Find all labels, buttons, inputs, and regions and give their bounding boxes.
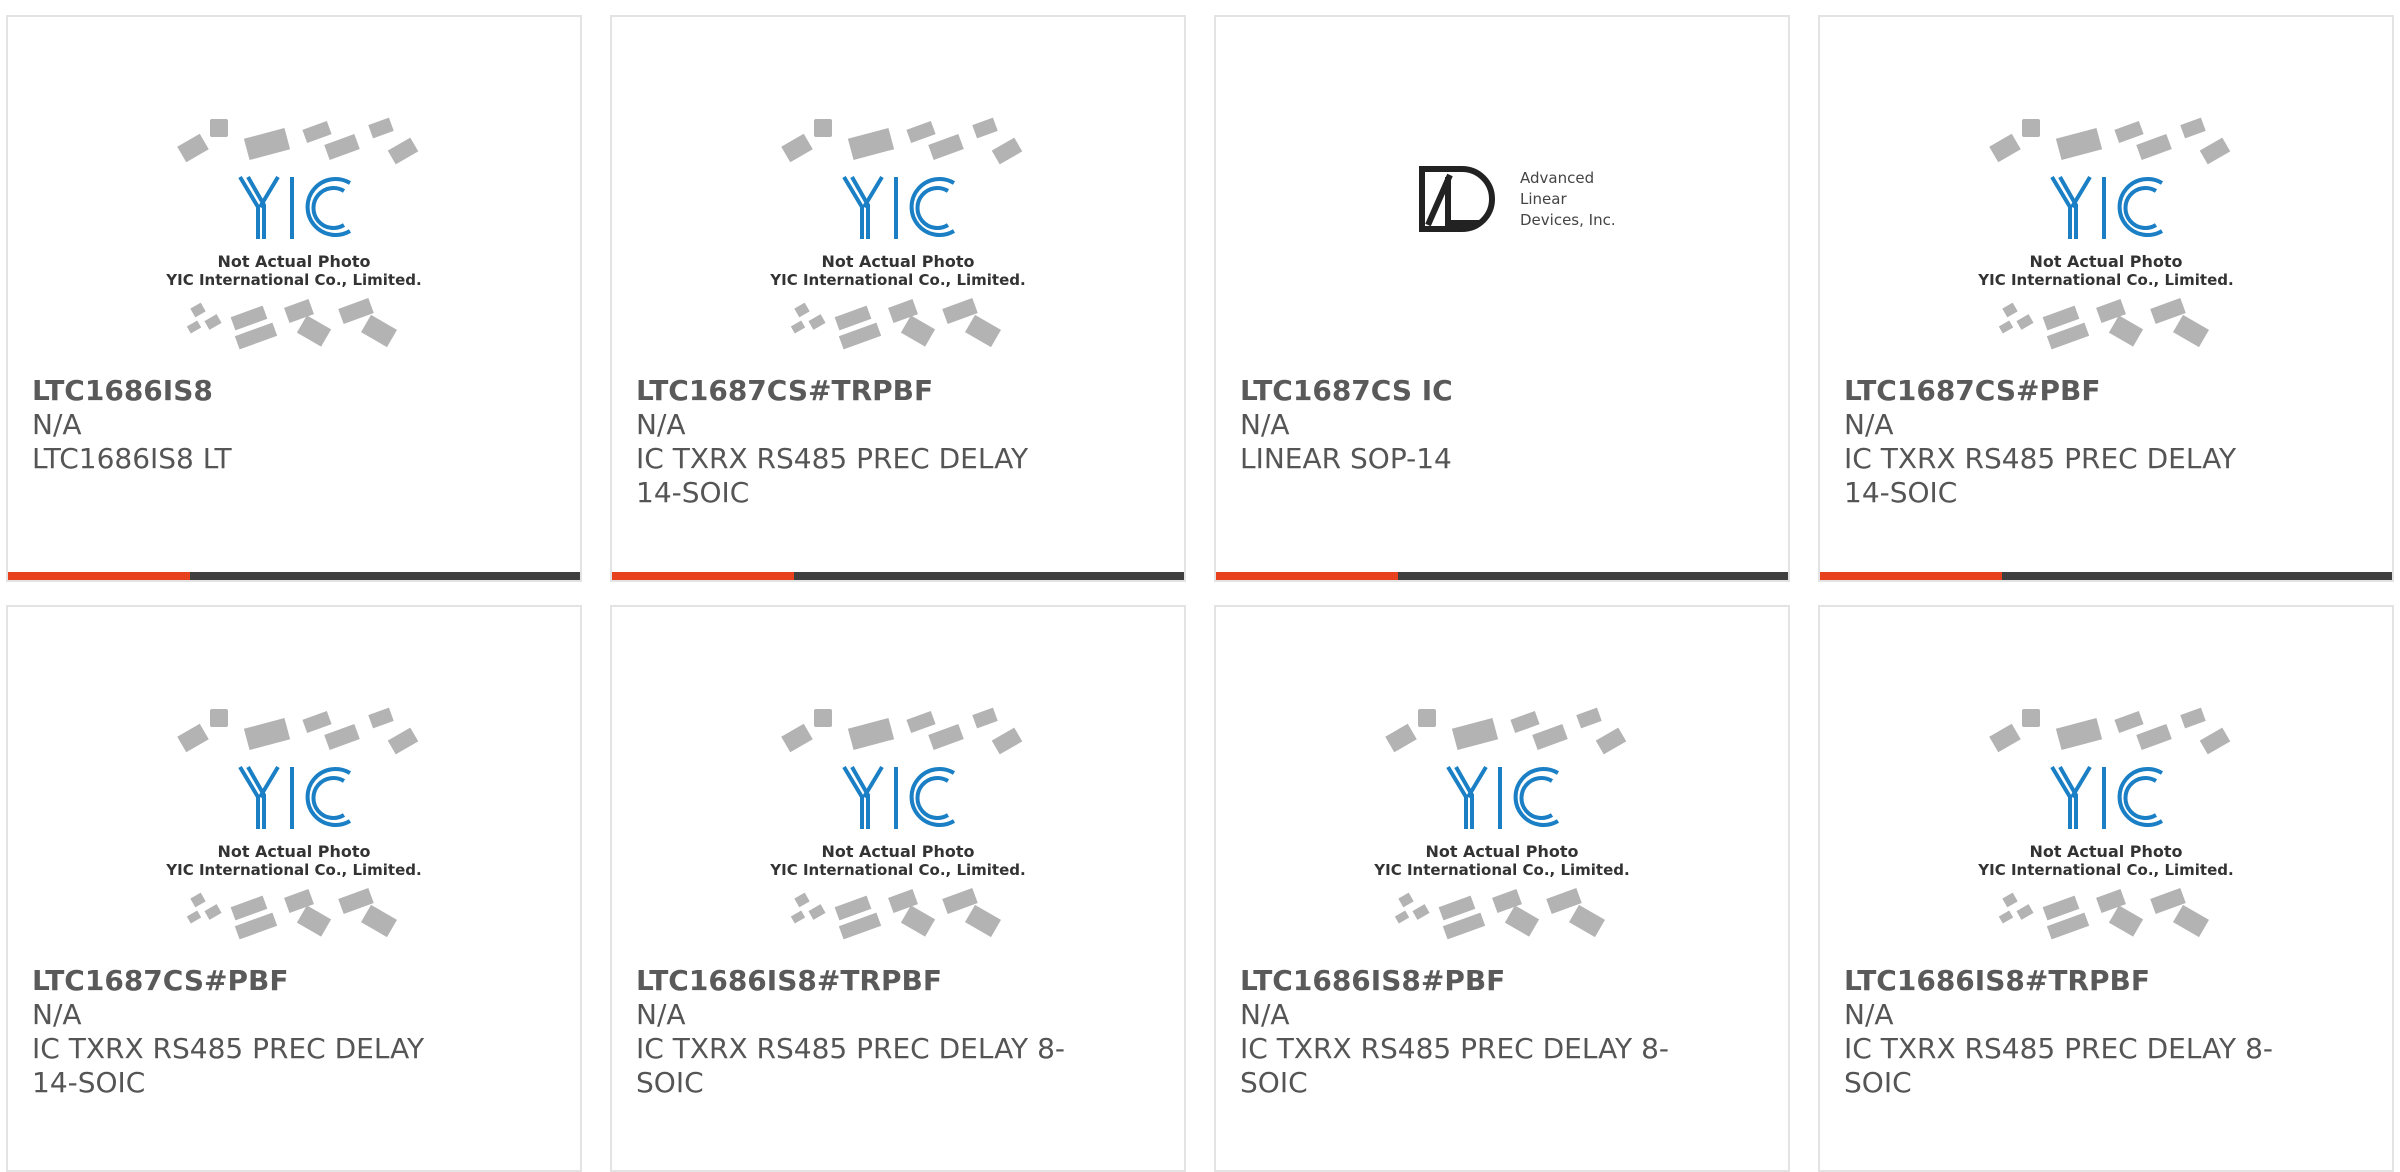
product-info: LTC1686IS8#TRPBF N/A IC TXRX RS485 PREC … bbox=[1844, 964, 2284, 1100]
image-caption-line-2: YIC International Co., Limited. bbox=[165, 861, 421, 879]
yic-placeholder-icon: Not Actual Photo YIC International Co., … bbox=[1373, 707, 1630, 940]
product-description: IC TXRX RS485 PREC DELAY 8-SOIC bbox=[1240, 1032, 1669, 1099]
product-info: LTC1686IS8#TRPBF N/A IC TXRX RS485 PREC … bbox=[636, 964, 1076, 1100]
yic-placeholder-icon: Not Actual Photo YIC International Co., … bbox=[165, 117, 422, 350]
product-info: LTC1687CS IC N/A LINEAR SOP-14 bbox=[1240, 374, 1680, 476]
product-image[interactable]: Not Actual Photo YIC International Co., … bbox=[8, 697, 580, 947]
product-image[interactable]: Not Actual Photo YIC International Co., … bbox=[612, 107, 1184, 357]
product-card[interactable]: Not Actual Photo YIC International Co., … bbox=[1818, 605, 2394, 1172]
image-caption-line-1: Not Actual Photo bbox=[1425, 842, 1578, 861]
product-description: IC TXRX RS485 PREC DELAY 14-SOIC bbox=[32, 1032, 425, 1099]
product-info: LTC1686IS8 N/A LTC1686IS8 LT bbox=[32, 374, 472, 476]
product-availability: N/A bbox=[636, 408, 686, 441]
product-card[interactable]: Not Actual Photo YIC International Co., … bbox=[6, 15, 582, 582]
product-image[interactable]: Not Actual Photo YIC International Co., … bbox=[1820, 697, 2392, 947]
yic-placeholder-icon: Not Actual Photo YIC International Co., … bbox=[1977, 117, 2234, 350]
product-part-number[interactable]: LTC1686IS8 bbox=[32, 374, 472, 408]
product-availability: N/A bbox=[1844, 998, 1894, 1031]
yic-placeholder-icon: Not Actual Photo YIC International Co., … bbox=[1977, 707, 2234, 940]
product-info: LTC1687CS#TRPBF N/A IC TXRX RS485 PREC D… bbox=[636, 374, 1076, 510]
product-description: LINEAR SOP-14 bbox=[1240, 442, 1452, 475]
product-info: LTC1687CS#PBF N/A IC TXRX RS485 PREC DEL… bbox=[32, 964, 472, 1100]
yic-placeholder-icon: Not Actual Photo YIC International Co., … bbox=[769, 707, 1026, 940]
product-part-number[interactable]: LTC1687CS#TRPBF bbox=[636, 374, 1076, 408]
logo-text-line-2: Linear bbox=[1520, 190, 1567, 208]
product-availability: N/A bbox=[1240, 408, 1290, 441]
logo-text-line-3: Devices, Inc. bbox=[1520, 211, 1616, 229]
logo-text-line-1: Advanced bbox=[1520, 169, 1594, 187]
product-part-number[interactable]: LTC1686IS8#TRPBF bbox=[1844, 964, 2284, 998]
product-card[interactable]: Advanced Linear Devices, Inc. LTC1687CS … bbox=[1214, 15, 1790, 582]
product-image[interactable]: Advanced Linear Devices, Inc. bbox=[1216, 107, 1788, 357]
product-card[interactable]: Not Actual Photo YIC International Co., … bbox=[6, 605, 582, 1172]
advanced-linear-devices-logo: Advanced Linear Devices, Inc. bbox=[1419, 166, 1616, 232]
product-part-number[interactable]: LTC1686IS8#PBF bbox=[1240, 964, 1680, 998]
product-availability: N/A bbox=[1844, 408, 1894, 441]
product-availability: N/A bbox=[32, 998, 82, 1031]
card-accent-bar bbox=[1820, 572, 2002, 580]
product-description: IC TXRX RS485 PREC DELAY 14-SOIC bbox=[636, 442, 1029, 509]
yic-placeholder-icon: Not Actual Photo YIC International Co., … bbox=[165, 707, 422, 940]
product-description: IC TXRX RS485 PREC DELAY 14-SOIC bbox=[1844, 442, 2237, 509]
image-caption-line-2: YIC International Co., Limited. bbox=[769, 271, 1025, 289]
card-accent-bar bbox=[1216, 572, 1398, 580]
image-caption-line-1: Not Actual Photo bbox=[2029, 842, 2182, 861]
product-availability: N/A bbox=[32, 408, 82, 441]
image-caption-line-2: YIC International Co., Limited. bbox=[1373, 861, 1629, 879]
image-caption-line-1: Not Actual Photo bbox=[217, 842, 370, 861]
product-part-number[interactable]: LTC1687CS#PBF bbox=[1844, 374, 2284, 408]
product-image[interactable]: Not Actual Photo YIC International Co., … bbox=[8, 107, 580, 357]
yic-placeholder-icon: Not Actual Photo YIC International Co., … bbox=[769, 117, 1026, 350]
card-bottom-bar bbox=[8, 572, 580, 580]
image-caption-line-2: YIC International Co., Limited. bbox=[1977, 271, 2233, 289]
product-image[interactable]: Not Actual Photo YIC International Co., … bbox=[1820, 107, 2392, 357]
product-image[interactable]: Not Actual Photo YIC International Co., … bbox=[1216, 697, 1788, 947]
product-image[interactable]: Not Actual Photo YIC International Co., … bbox=[612, 697, 1184, 947]
product-card[interactable]: Not Actual Photo YIC International Co., … bbox=[1214, 605, 1790, 1172]
card-bottom-bar bbox=[1216, 572, 1788, 580]
card-accent-bar bbox=[612, 572, 794, 580]
product-card[interactable]: Not Actual Photo YIC International Co., … bbox=[1818, 15, 2394, 582]
image-caption-line-1: Not Actual Photo bbox=[217, 252, 370, 271]
image-caption-line-1: Not Actual Photo bbox=[2029, 252, 2182, 271]
product-description: LTC1686IS8 LT bbox=[32, 442, 232, 475]
product-part-number[interactable]: LTC1687CS IC bbox=[1240, 374, 1680, 408]
product-availability: N/A bbox=[636, 998, 686, 1031]
image-caption-line-2: YIC International Co., Limited. bbox=[769, 861, 1025, 879]
product-part-number[interactable]: LTC1687CS#PBF bbox=[32, 964, 472, 998]
card-bottom-bar bbox=[612, 572, 1184, 580]
product-info: LTC1687CS#PBF N/A IC TXRX RS485 PREC DEL… bbox=[1844, 374, 2284, 510]
image-caption-line-2: YIC International Co., Limited. bbox=[165, 271, 421, 289]
card-accent-bar bbox=[8, 572, 190, 580]
product-card[interactable]: Not Actual Photo YIC International Co., … bbox=[610, 605, 1186, 1172]
card-bottom-bar bbox=[1820, 572, 2392, 580]
image-caption-line-2: YIC International Co., Limited. bbox=[1977, 861, 2233, 879]
product-card[interactable]: Not Actual Photo YIC International Co., … bbox=[610, 15, 1186, 582]
product-description: IC TXRX RS485 PREC DELAY 8-SOIC bbox=[636, 1032, 1065, 1099]
product-grid: Not Actual Photo YIC International Co., … bbox=[0, 0, 2400, 1172]
product-part-number[interactable]: LTC1686IS8#TRPBF bbox=[636, 964, 1076, 998]
product-info: LTC1686IS8#PBF N/A IC TXRX RS485 PREC DE… bbox=[1240, 964, 1680, 1100]
image-caption-line-1: Not Actual Photo bbox=[821, 252, 974, 271]
product-description: IC TXRX RS485 PREC DELAY 8-SOIC bbox=[1844, 1032, 2273, 1099]
product-availability: N/A bbox=[1240, 998, 1290, 1031]
image-caption-line-1: Not Actual Photo bbox=[821, 842, 974, 861]
